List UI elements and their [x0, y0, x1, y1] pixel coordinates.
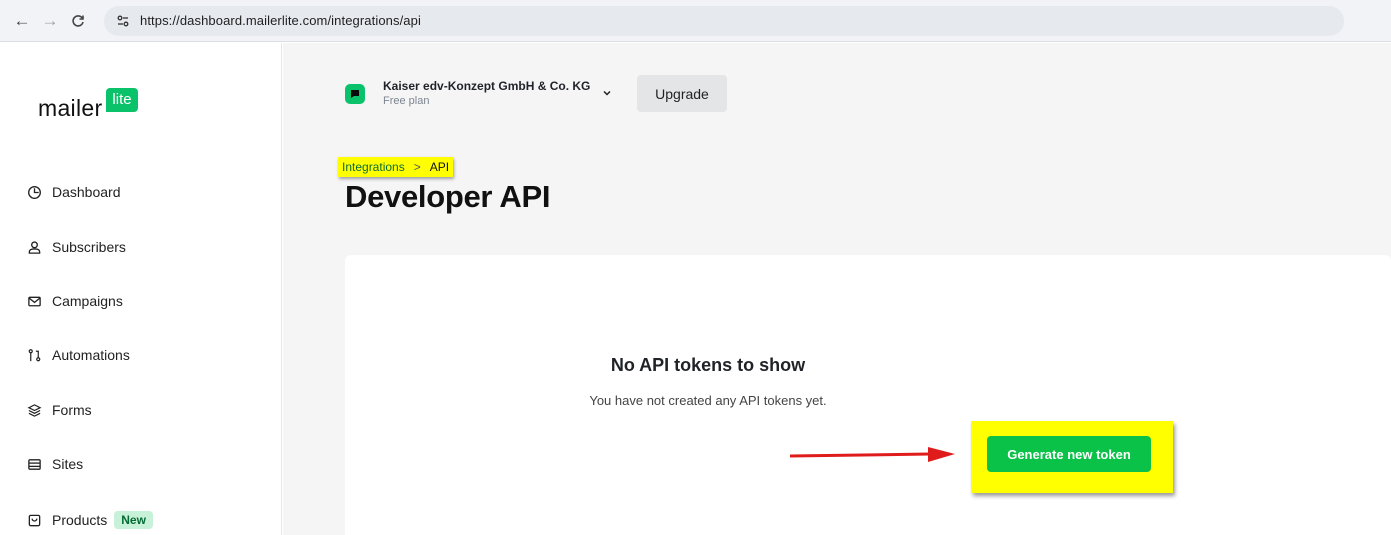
url-text: https://dashboard.mailerlite.com/integra…	[140, 13, 421, 28]
new-badge: New	[114, 511, 153, 529]
logo-badge: lite	[106, 88, 138, 112]
bag-icon	[26, 512, 42, 528]
breadcrumb-separator: >	[413, 160, 421, 174]
account-name: Kaiser edv-Konzept GmbH & Co. KG	[383, 79, 591, 93]
sidebar-item-label: Subscribers	[52, 239, 126, 255]
layers-icon	[26, 402, 42, 418]
address-bar[interactable]: https://dashboard.mailerlite.com/integra…	[104, 5, 1344, 36]
generate-token-button[interactable]: Generate new token	[987, 436, 1151, 472]
clock-pie-icon	[26, 184, 42, 200]
sidebar-item-subscribers[interactable]: Subscribers	[26, 235, 126, 259]
sidebar-item-campaigns[interactable]: Campaigns	[26, 289, 123, 313]
account-switcher[interactable]: Kaiser edv-Konzept GmbH & Co. KG Free pl…	[345, 79, 612, 108]
envelope-icon	[26, 293, 42, 309]
empty-state-description: You have not created any API tokens yet.	[589, 393, 827, 408]
browser-toolbar: ← → https://dashboard.mailerlite.com/int…	[0, 0, 1391, 42]
main-content: Kaiser edv-Konzept GmbH & Co. KG Free pl…	[283, 43, 1391, 535]
sidebar-item-forms[interactable]: Forms	[26, 398, 92, 422]
mailerlite-logo[interactable]: mailer lite	[38, 88, 138, 123]
reload-icon[interactable]	[64, 7, 92, 35]
user-icon	[26, 239, 42, 255]
empty-state-title: No API tokens to show	[610, 355, 806, 375]
back-arrow-icon[interactable]: ←	[8, 7, 36, 35]
sidebar: mailer lite Dashboard Subscribers Campai…	[0, 43, 282, 535]
sidebar-item-label: Dashboard	[52, 184, 121, 200]
chevron-down-icon[interactable]	[602, 87, 612, 101]
sidebar-item-label: Sites	[52, 456, 84, 472]
sidebar-item-label: Products	[52, 512, 108, 528]
sidebar-item-label: Automations	[52, 347, 130, 363]
chat-bubble-icon	[345, 84, 365, 104]
sidebar-item-dashboard[interactable]: Dashboard	[26, 180, 121, 204]
api-tokens-card: No API tokens to show You have not creat…	[345, 255, 1391, 535]
page-title: Developer API	[345, 179, 551, 214]
account-plan: Free plan	[383, 95, 430, 107]
forward-arrow-icon[interactable]: →	[36, 7, 64, 35]
layout-icon	[26, 456, 42, 472]
breadcrumb-current: API	[429, 160, 450, 174]
sidebar-item-label: Campaigns	[52, 293, 123, 309]
upgrade-button[interactable]: Upgrade	[637, 75, 727, 112]
logo-word: mailer	[38, 95, 103, 121]
red-arrow-annotation	[790, 447, 955, 462]
breadcrumb-integrations[interactable]: Integrations	[342, 160, 405, 174]
breadcrumb: Integrations > API	[338, 157, 454, 177]
sidebar-item-sites[interactable]: Sites	[26, 452, 83, 476]
sidebar-item-products[interactable]: Products New	[26, 508, 153, 532]
sidebar-item-label: Forms	[52, 402, 92, 418]
site-settings-icon[interactable]	[112, 10, 134, 32]
sidebar-item-automations[interactable]: Automations	[26, 343, 130, 367]
branch-icon	[26, 347, 42, 363]
